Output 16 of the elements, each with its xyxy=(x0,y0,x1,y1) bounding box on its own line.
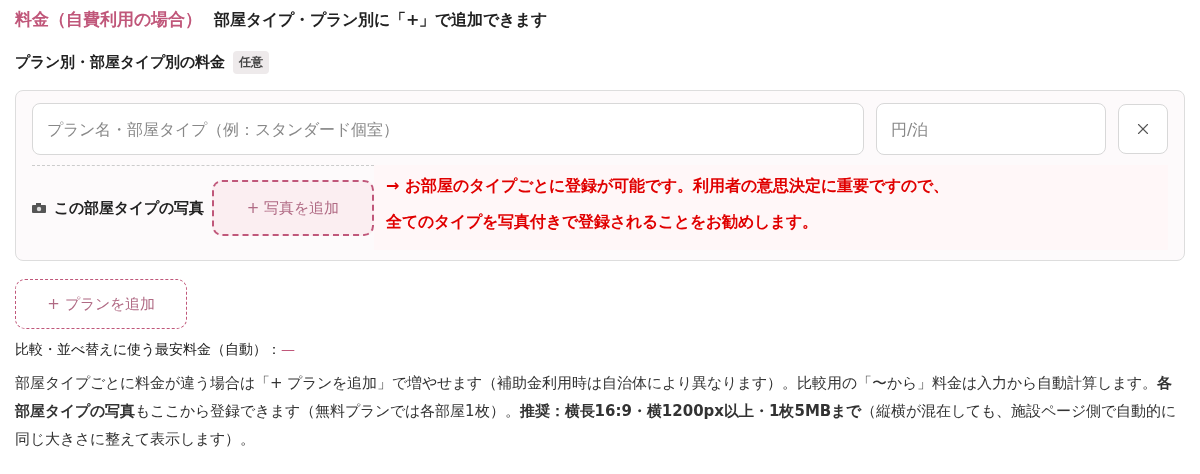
add-photo-button[interactable]: + 写真を追加 xyxy=(212,180,374,236)
annotation-text: → お部屋のタイプごとに登録が可能です。利用者の意思決定に重要ですので、 xyxy=(386,175,950,197)
close-button[interactable] xyxy=(1118,104,1168,154)
plan-name-field[interactable]: プラン名・部屋タイプ（例：スタンダード個室） xyxy=(32,103,864,155)
description-text: 部屋タイプごとに料金が違う場合は「+ プランを追加」で増やせます（補助金利用時は自治体により異なります）。比較用の「〜から」料金は入力から自動計算します。各部屋タイプの写真もここから登録できます（無料プランでは各部屋1枚）。推奨：横長16:9・横1200px以上・1枚5MBまで（縦横が混在しても、施設ページ側で自動的に同じ大きさに整えて表示します）。 xyxy=(15,373,1178,450)
price-field[interactable]: 円/泊 xyxy=(876,103,1106,155)
annotation-text: 全てのタイプを写真付きで登録されることをお勧めします。 xyxy=(386,211,819,233)
min-price-value: — xyxy=(281,341,295,359)
field-label: プラン別・部屋タイプ別の料金 xyxy=(15,52,225,72)
optional-badge: 任意 xyxy=(233,50,269,74)
photo-label: この部屋タイプの写真 xyxy=(54,198,204,218)
section-hint: 部屋タイプ・プラン別に「+」で追加できます xyxy=(214,10,548,31)
add-plan-button[interactable]: + プランを追加 xyxy=(15,279,187,329)
min-price-label: 比較・並べ替えに使う最安料金（自動）： xyxy=(15,341,281,359)
camera-icon xyxy=(32,203,46,213)
section-title: 料金（自費利用の場合） xyxy=(15,8,202,31)
